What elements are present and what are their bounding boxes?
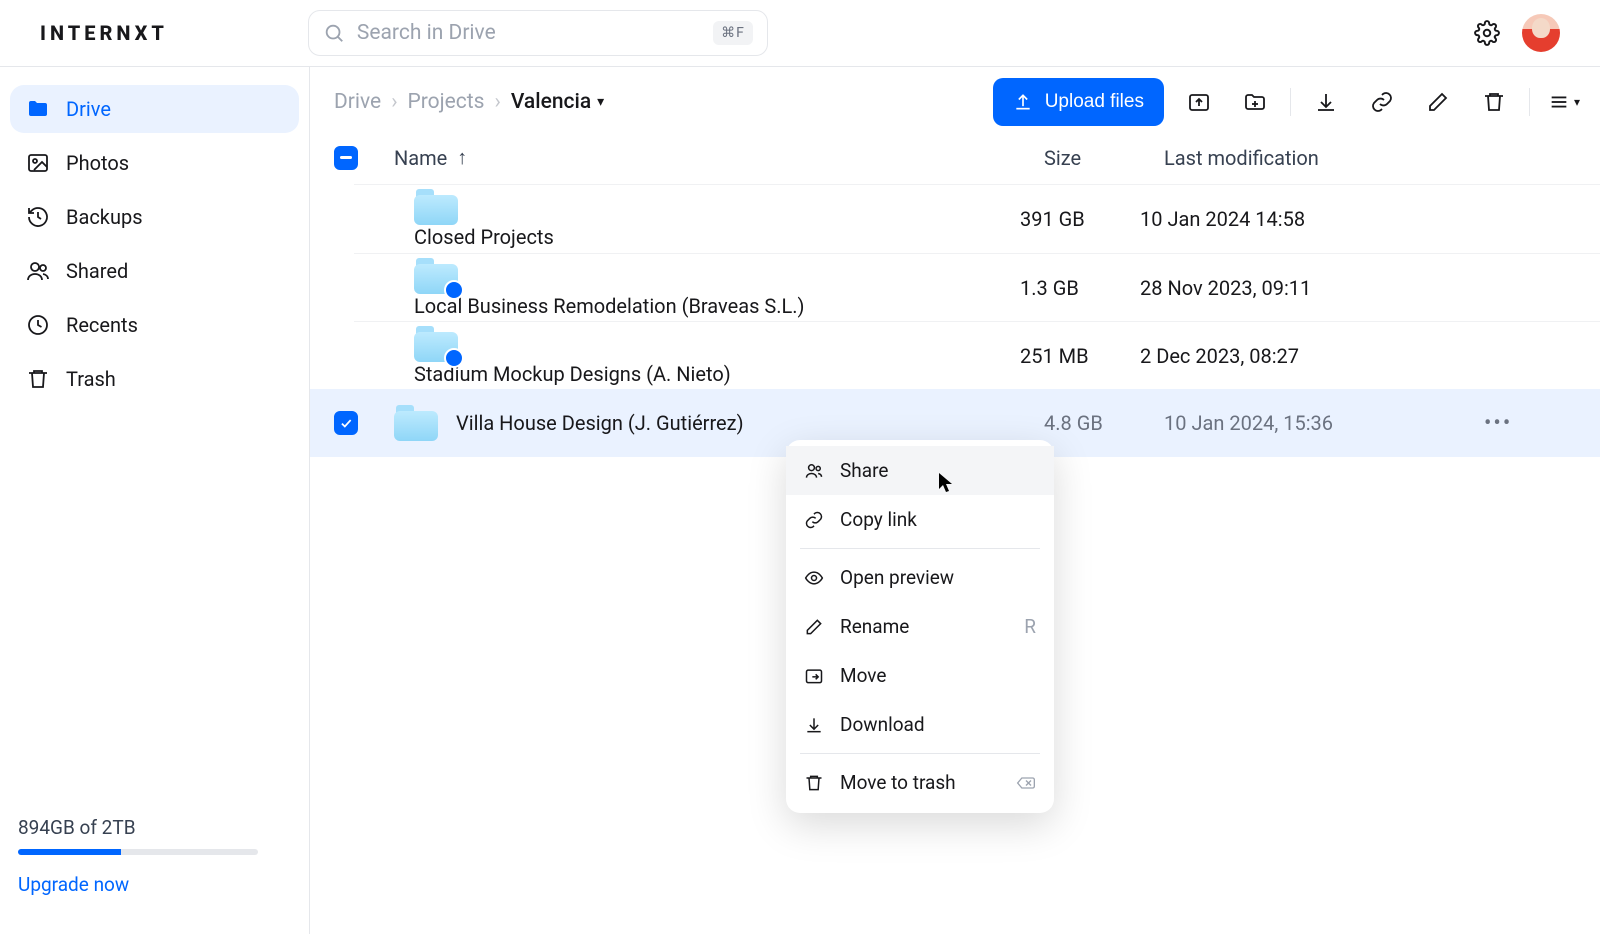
storage-text: 894GB of 2TB	[18, 816, 291, 839]
breadcrumb: Drive › Projects › Valencia ▾	[334, 90, 604, 114]
history-icon	[26, 205, 50, 229]
rename-button[interactable]	[1421, 85, 1455, 119]
cursor-icon	[938, 472, 954, 494]
folder-up-icon	[1187, 90, 1211, 114]
sidebar-item-backups[interactable]: Backups	[10, 193, 299, 241]
sidebar-item-trash[interactable]: Trash	[10, 355, 299, 403]
menu-share[interactable]: Share	[786, 446, 1054, 495]
search-placeholder: Search in Drive	[357, 21, 496, 45]
table-header: Name ↑ Size Last modification	[310, 137, 1600, 184]
menu-trash[interactable]: Move to trash	[786, 758, 1054, 807]
backspace-icon	[1016, 776, 1036, 790]
select-all-checkbox[interactable]	[334, 146, 358, 170]
sidebar-item-label: Trash	[66, 367, 116, 391]
link-icon	[804, 510, 824, 530]
folder-plus-icon	[1243, 90, 1267, 114]
chevron-right-icon: ›	[495, 90, 501, 114]
settings-button[interactable]	[1470, 16, 1504, 50]
download-icon	[1314, 90, 1338, 114]
sidebar-item-label: Shared	[66, 259, 128, 283]
file-name: Stadium Mockup Designs (A. Nieto)	[414, 362, 731, 386]
gear-icon	[1474, 20, 1500, 46]
search-input[interactable]: Search in Drive ⌘F	[308, 10, 768, 56]
eye-icon	[804, 568, 824, 588]
table-row[interactable]: Local Business Remodelation (Braveas S.L…	[354, 253, 1600, 321]
file-size: 251 MB	[1020, 344, 1140, 368]
menu-open-preview[interactable]: Open preview	[786, 553, 1054, 602]
file-size: 1.3 GB	[1020, 276, 1140, 300]
chevron-down-icon: ▾	[597, 94, 604, 110]
file-name: Closed Projects	[414, 225, 554, 249]
sidebar-item-label: Backups	[66, 205, 143, 229]
sidebar-item-label: Photos	[66, 151, 129, 175]
view-toggle-button[interactable]: ▾	[1548, 85, 1580, 119]
file-size: 4.8 GB	[1044, 411, 1164, 435]
link-button[interactable]	[1365, 85, 1399, 119]
users-icon	[804, 461, 824, 481]
menu-download[interactable]: Download	[786, 700, 1054, 749]
upload-icon	[1013, 92, 1033, 112]
file-modified: 10 Jan 2024 14:58	[1140, 207, 1460, 231]
folder-shared-icon	[414, 326, 458, 362]
brand-logo: INTERNXT	[40, 21, 168, 45]
download-button[interactable]	[1309, 85, 1343, 119]
folder-icon	[394, 405, 438, 441]
shortcut-key: R	[1024, 615, 1036, 638]
file-modified: 28 Nov 2023, 09:11	[1140, 276, 1460, 300]
breadcrumb-current[interactable]: Valencia ▾	[511, 90, 604, 114]
column-modified[interactable]: Last modification	[1164, 146, 1484, 170]
file-name: Villa House Design (J. Gutiérrez)	[456, 411, 744, 435]
trash-icon	[26, 367, 50, 391]
column-size[interactable]: Size	[1044, 146, 1164, 170]
storage-fill	[18, 849, 121, 855]
sidebar-item-shared[interactable]: Shared	[10, 247, 299, 295]
avatar[interactable]	[1522, 14, 1560, 52]
context-menu: Share Copy link Open preview Rename R Mo…	[786, 440, 1054, 813]
pencil-icon	[1426, 90, 1450, 114]
table-row[interactable]: Stadium Mockup Designs (A. Nieto) 251 MB…	[354, 321, 1600, 389]
folder-shared-icon	[414, 258, 458, 294]
file-modified: 2 Dec 2023, 08:27	[1140, 344, 1460, 368]
users-icon	[26, 259, 50, 283]
file-name: Local Business Remodelation (Braveas S.L…	[414, 294, 805, 318]
delete-button[interactable]	[1477, 85, 1511, 119]
move-icon	[804, 666, 824, 686]
column-name[interactable]: Name	[394, 146, 447, 170]
upload-button[interactable]: Upload files	[993, 78, 1164, 126]
file-size: 391 GB	[1020, 207, 1140, 231]
sort-asc-icon[interactable]: ↑	[457, 145, 467, 170]
pencil-icon	[804, 617, 824, 637]
menu-copy-link[interactable]: Copy link	[786, 495, 1054, 544]
breadcrumb-mid[interactable]: Projects	[408, 90, 485, 114]
download-icon	[804, 715, 824, 735]
sidebar-item-label: Recents	[66, 313, 138, 337]
sidebar-item-label: Drive	[66, 97, 111, 121]
search-icon	[323, 22, 345, 44]
sidebar-item-photos[interactable]: Photos	[10, 139, 299, 187]
search-shortcut: ⌘F	[713, 21, 753, 45]
trash-icon	[1482, 90, 1506, 114]
folder-icon	[414, 189, 458, 225]
folder-icon	[26, 97, 50, 121]
storage-bar	[18, 849, 258, 855]
sidebar-item-recents[interactable]: Recents	[10, 301, 299, 349]
trash-icon	[804, 773, 824, 793]
chevron-down-icon: ▾	[1574, 95, 1580, 109]
menu-move[interactable]: Move	[786, 651, 1054, 700]
upgrade-link[interactable]: Upgrade now	[18, 873, 291, 896]
more-button[interactable]: •••	[1484, 411, 1524, 436]
new-folder-button[interactable]	[1238, 85, 1272, 119]
image-icon	[26, 151, 50, 175]
upload-folder-button[interactable]	[1182, 85, 1216, 119]
menu-rename[interactable]: Rename R	[786, 602, 1054, 651]
clock-icon	[26, 313, 50, 337]
file-modified: 10 Jan 2024, 15:36	[1164, 411, 1484, 435]
row-checkbox[interactable]	[334, 411, 358, 435]
sidebar-item-drive[interactable]: Drive	[10, 85, 299, 133]
chevron-right-icon: ›	[391, 90, 397, 114]
list-icon	[1548, 91, 1570, 113]
breadcrumb-root[interactable]: Drive	[334, 90, 381, 114]
table-row[interactable]: Closed Projects 391 GB 10 Jan 2024 14:58	[354, 185, 1600, 253]
link-icon	[1370, 90, 1394, 114]
